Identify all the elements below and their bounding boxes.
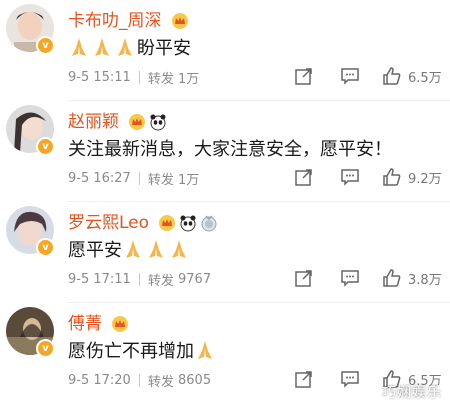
pray-icon [95,38,109,56]
comment-meta: 9-5 15:11 转发 1万 [68,68,199,87]
meta-divider [138,374,140,387]
medal-badge-icon [201,215,217,232]
comment-text: 盼平安 [68,34,191,60]
repost-count: 1万 [178,173,200,188]
verified-badge-icon: v [36,339,55,358]
comment-meta: 9-5 16:27 转发 1万 [68,169,199,188]
like-count: 9.2万 [408,171,442,187]
share-icon[interactable] [294,66,314,86]
share-icon[interactable] [294,167,314,187]
comment-item: v 罗云熙Leo 愿平安 9-5 17:11 转发 9767 3.8万 [0,202,450,303]
pray-icon [198,341,212,359]
meta-divider [138,172,140,185]
commenter-name[interactable]: 赵丽颖 [68,107,167,132]
commenter-name[interactable]: 傅菁 [68,309,129,334]
watermark: 巧娴娱乐 [382,385,442,401]
comment-meta: 9-5 17:11 转发 9767 [68,270,211,289]
like-button[interactable]: 3.8万 [382,268,442,288]
comment-actions: 3.8万 [268,268,442,288]
repost-label: 转发 [147,274,174,289]
comment-icon[interactable] [340,268,360,288]
like-button[interactable]: 9.2万 [382,167,442,187]
meta-divider [138,273,140,286]
comment-meta: 9-5 17:20 转发 8605 [68,371,211,390]
timestamp: 9-5 16:27 [68,171,131,186]
comment-text: 愿平安 [68,236,191,262]
like-count: 3.8万 [408,272,442,288]
comment-item: v 卡布叻_周深 盼平安 9-5 15:11 转发 1万 6.5万 [0,0,450,101]
timestamp: 9-5 17:20 [68,373,131,388]
timestamp: 9-5 17:11 [68,272,131,287]
crown-badge-icon [112,316,129,332]
comment-item: v 赵丽颖 关注最新消息，大家注意安全，愿平安！ 9-5 16:27 转发 1万… [0,101,450,202]
pray-icon [172,240,186,258]
comment-icon[interactable] [340,66,360,86]
meta-divider [138,71,140,84]
comment-text: 愿伤亡不再增加 [68,337,217,363]
pray-icon [72,38,86,56]
comment-actions: 9.2万 [268,167,442,187]
comment-text: 关注最新消息，大家注意安全，愿平安！ [68,139,392,160]
repost-count: 1万 [178,72,200,87]
repost-label: 转发 [147,375,174,390]
thumbs-up-icon [383,67,401,85]
pray-icon [118,38,132,56]
repost-count: 8605 [178,373,212,388]
commenter-name[interactable]: 卡布叻_周深 [68,6,189,31]
pray-icon [126,240,140,258]
comment-icon[interactable] [340,369,360,389]
like-button[interactable]: 6.5万 [382,66,442,86]
share-icon[interactable] [294,369,314,389]
verified-badge-icon: v [36,36,55,55]
crown-badge-icon [129,114,146,130]
repost-label: 转发 [147,72,174,87]
verified-badge-icon: v [36,238,55,257]
share-icon[interactable] [294,268,314,288]
panda-badge-icon [180,215,196,232]
thumbs-up-icon [383,168,401,186]
comment-actions: 6.5万 [268,66,442,86]
verified-badge-icon: v [36,137,55,156]
thumbs-up-icon [383,269,401,287]
like-count: 6.5万 [408,70,442,86]
crown-badge-icon [159,215,176,231]
repost-label: 转发 [147,173,174,188]
panda-badge-icon [150,114,166,131]
crown-badge-icon [171,13,188,29]
pray-icon [149,240,163,258]
commenter-name[interactable]: 罗云熙Leo [68,208,218,233]
timestamp: 9-5 15:11 [68,70,131,85]
comment-icon[interactable] [340,167,360,187]
repost-count: 9767 [178,272,212,287]
